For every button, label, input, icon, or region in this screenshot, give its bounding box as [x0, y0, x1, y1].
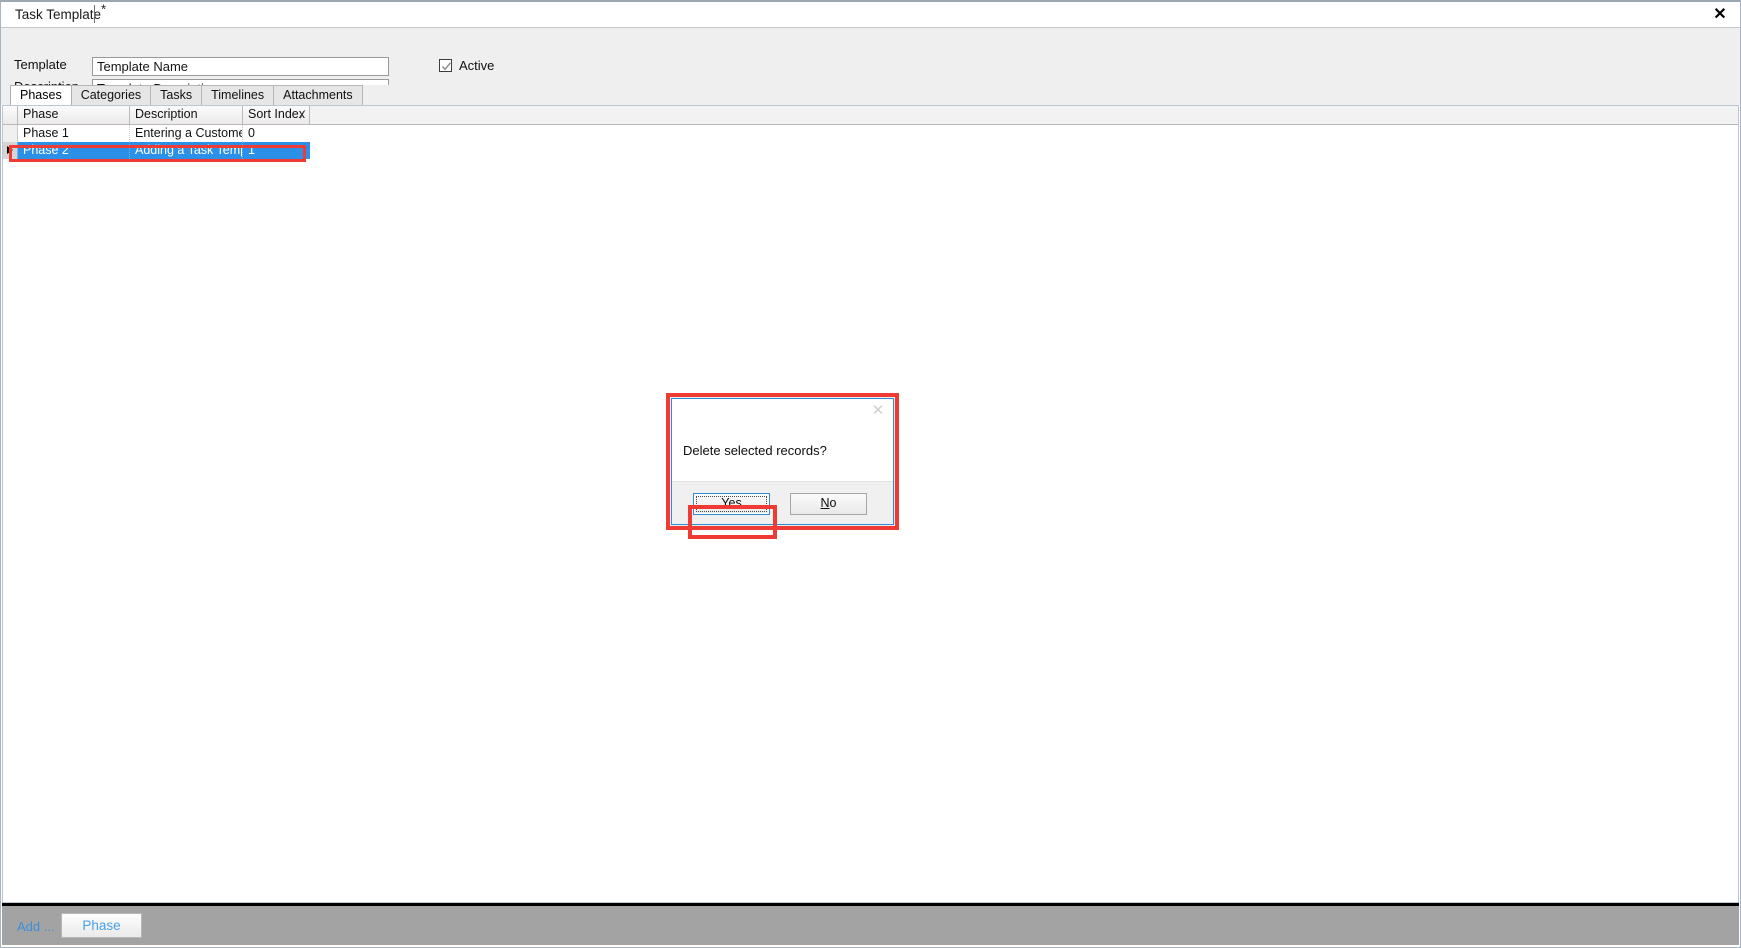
document-tab-bar: Task Template* ✕ — [1, 2, 1740, 28]
no-button[interactable]: No — [790, 493, 867, 515]
grid-header-row: Phase Description Sort Index ⁄ — [3, 106, 1738, 125]
tab-label: Categories — [80, 88, 142, 102]
tab-label: Timelines — [211, 88, 265, 102]
column-header-label: Phase — [23, 107, 59, 121]
checkbox-checked-icon — [439, 59, 452, 72]
current-row-caret-icon — [7, 146, 13, 154]
tab-categories[interactable]: Categories — [70, 85, 152, 105]
dialog-message: Delete selected records? — [683, 443, 827, 458]
active-checkbox[interactable]: Active — [439, 58, 494, 73]
cell-sort-index[interactable]: 1 — [243, 142, 310, 159]
cell-description[interactable]: Adding a Task Templ... — [130, 142, 243, 159]
document-tab-task-template[interactable]: Task Template* — [7, 2, 116, 27]
cell-phase[interactable]: Phase 1 — [18, 125, 130, 142]
tab-label: Phases — [20, 88, 62, 102]
bottom-command-bar: Add ... Phase — [2, 903, 1739, 945]
column-header-label: Description — [135, 107, 198, 121]
yes-button-label: es — [728, 496, 742, 510]
sort-ascending-icon: ⁄ — [302, 108, 304, 122]
tab-label: Tasks — [160, 88, 193, 102]
active-checkbox-label: Active — [459, 58, 495, 73]
cell-phase[interactable]: Phase 2 — [18, 142, 130, 159]
template-field-label: Template — [14, 57, 67, 72]
row-indicator-cell — [3, 142, 18, 159]
add-label[interactable]: Add ... — [17, 919, 55, 934]
column-header-phase[interactable]: Phase — [18, 106, 130, 124]
tab-tasks[interactable]: Tasks — [150, 85, 203, 105]
table-row[interactable]: Phase 2 Adding a Task Templ... 1 — [3, 142, 1738, 159]
close-icon[interactable]: ✕ — [1709, 5, 1731, 25]
template-form-panel: Template Description Active Default — [1, 28, 1740, 101]
tab-phases[interactable]: Phases — [10, 85, 72, 105]
cell-description[interactable]: Entering a Customer — [130, 125, 243, 142]
tab-label: Attachments — [283, 88, 353, 102]
column-header-label: Sort Index — [248, 107, 305, 121]
dialog-footer: Yes No — [672, 481, 893, 524]
grid-row-indicator-header — [3, 106, 18, 124]
column-header-sort-index[interactable]: Sort Index ⁄ — [243, 106, 310, 124]
section-tab-strip: Phases Categories Tasks Timelines Attachment… — [1, 85, 1740, 105]
table-row[interactable]: Phase 1 Entering a Customer 0 — [3, 125, 1738, 142]
tab-timelines[interactable]: Timelines — [201, 85, 275, 105]
add-phase-button[interactable]: Phase — [61, 913, 142, 938]
delete-confirmation-dialog: ✕ Delete selected records? Yes No — [671, 398, 894, 525]
yes-button-mnemonic: Y — [721, 496, 729, 510]
column-header-description[interactable]: Description — [130, 106, 243, 124]
document-tab-label: Task Template — [15, 7, 102, 22]
tab-attachments[interactable]: Attachments — [273, 85, 363, 105]
no-button-mnemonic: N — [820, 496, 830, 510]
row-indicator-cell — [3, 125, 18, 142]
yes-button[interactable]: Yes — [693, 493, 770, 515]
cell-sort-index[interactable]: 0 — [243, 125, 310, 142]
tab-divider — [94, 5, 95, 23]
close-icon[interactable]: ✕ — [869, 403, 887, 419]
unsaved-changes-marker: * — [101, 1, 107, 17]
template-name-input[interactable] — [92, 57, 389, 76]
no-button-label: o — [829, 496, 837, 510]
dialog-body: ✕ Delete selected records? — [672, 399, 893, 481]
